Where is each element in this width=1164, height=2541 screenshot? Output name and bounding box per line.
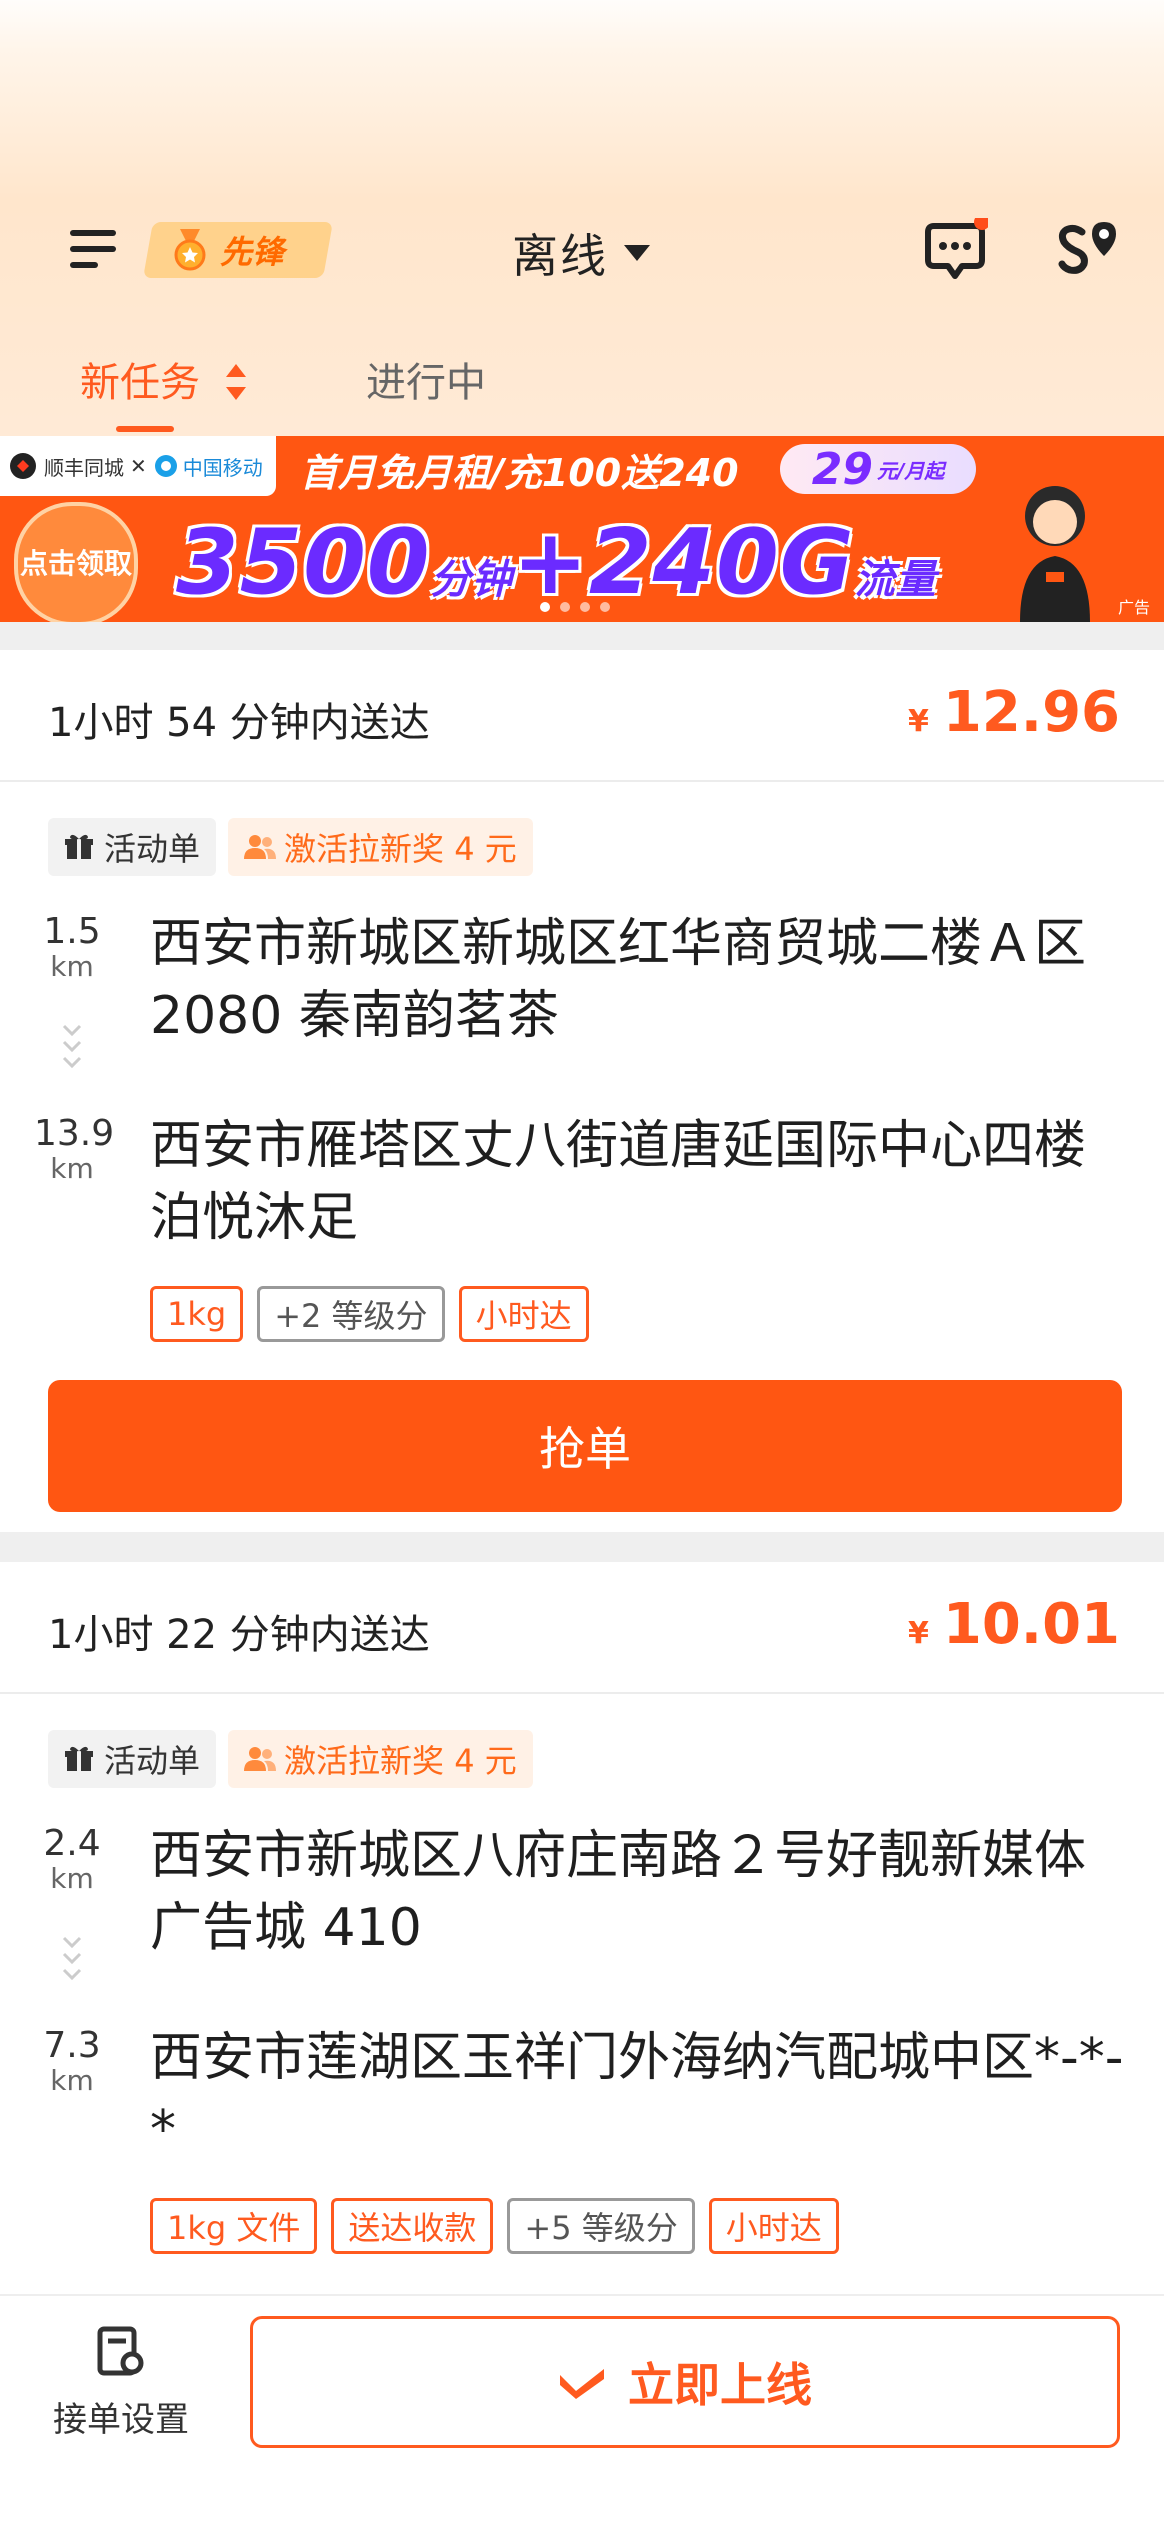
banner-price-pill: 29 元/月起 <box>780 443 976 495</box>
referral-reward-tag: 激活拉新奖 4 元 <box>228 1730 533 1788</box>
china-mobile-logo-icon <box>154 455 177 477</box>
users-icon <box>244 835 277 859</box>
go-online-label: 立即上线 <box>628 2358 812 2412</box>
referral-reward-label: 激活拉新奖 4 元 <box>284 830 517 868</box>
order-price: ¥10.01 <box>908 1592 1120 1657</box>
activity-tag-label: 活动单 <box>104 1742 201 1780</box>
location-pin-icon[interactable] <box>1056 218 1120 284</box>
dropoff-address: 西安市雁塔区丈八街道唐延国际中心四楼泊悦沐足 <box>150 1116 1087 1248</box>
headline-main: 3500 <box>176 510 431 615</box>
dropoff-distance: 13.9 km <box>34 1113 115 1185</box>
banner-carousel-dots <box>540 602 610 612</box>
headline-plus: +240G <box>512 510 855 615</box>
activity-tag-label: 活动单 <box>104 830 201 868</box>
banner-price-unit: 元/月起 <box>876 458 945 483</box>
order-attributes: 1kg +2 等级分 小时达 <box>150 1286 589 1342</box>
courier-illustration <box>1020 486 1090 622</box>
go-online-button[interactable]: 立即上线 <box>250 2316 1120 2448</box>
carousel-dot <box>540 602 550 612</box>
rank-badge[interactable]: 先锋 <box>172 222 332 278</box>
dropoff-distance: 7.3 km <box>34 2026 110 2096</box>
rank-badge-label: 先锋 <box>220 233 285 271</box>
level-points-pill: +2 等级分 <box>257 1286 445 1342</box>
order-card: 1小时 54 分钟内送达 ¥12.96 活动单 激活拉新奖 4 元 1.5 km… <box>0 650 1164 1532</box>
medal-icon <box>174 229 206 271</box>
activity-tag: 活动单 <box>48 1730 217 1788</box>
carousel-dot <box>560 602 570 612</box>
pickup-address: 西安市新城区八府庄南路２号好靓新媒体广告城 410 <box>150 1826 1087 1958</box>
pickup-distance: 1.5 km <box>34 912 110 982</box>
dropoff-distance-value: 7.3 <box>43 2025 101 2066</box>
tab-in-progress[interactable]: 进行中 <box>366 350 486 408</box>
tab-new-tasks[interactable]: 新任务 <box>80 350 247 408</box>
delivery-time: 1小时 22 分钟内送达 <box>48 1612 430 1658</box>
gift-icon <box>65 1746 93 1771</box>
ad-label: 广告 <box>1117 598 1150 617</box>
referral-reward-tag: 激活拉新奖 4 元 <box>228 818 533 876</box>
gift-icon <box>65 834 93 859</box>
order-card-header: 1小时 54 分钟内送达 ¥12.96 <box>0 650 1164 782</box>
hourly-delivery-pill: 小时达 <box>708 2198 839 2254</box>
order-settings-icon[interactable] <box>96 2325 146 2379</box>
price-value: 12.96 <box>942 680 1120 745</box>
banner-click-badge[interactable]: 点击领取 <box>14 502 138 622</box>
pickup-distance-unit: km <box>50 1862 94 1895</box>
order-tags: 活动单 激活拉新奖 4 元 <box>48 1730 533 1788</box>
menu-icon[interactable] <box>70 226 116 272</box>
activity-tag: 活动单 <box>48 818 217 876</box>
referral-reward-label: 激活拉新奖 4 元 <box>284 1742 517 1780</box>
banner-brand-strip: 顺丰同城 ✕ 中国移动 <box>0 436 276 496</box>
level-points-pill: +5 等级分 <box>507 2198 695 2254</box>
currency-symbol: ¥ <box>907 1616 929 1651</box>
pickup-distance: 2.4 km <box>34 1824 110 1894</box>
dropoff-distance-unit: km <box>50 2064 94 2097</box>
promo-banner[interactable]: 顺丰同城 ✕ 中国移动 首月免月租/充100送240 29 元/月起 点击领取 … <box>0 436 1164 622</box>
order-card-header: 1小时 22 分钟内送达 ¥10.01 <box>0 1562 1164 1694</box>
message-icon[interactable] <box>922 218 988 284</box>
delivery-time: 1小时 54 分钟内送达 <box>48 700 430 746</box>
headline-unit2: 流量 <box>854 557 937 603</box>
pickup-address: 西安市新城区新城区红华商贸城二楼Ａ区 2080 秦南韵茗茶 <box>150 914 1087 1046</box>
sf-logo-icon <box>10 453 36 479</box>
carousel-dot <box>580 602 590 612</box>
tab-new-tasks-label: 新任务 <box>80 360 200 406</box>
weight-pill: 1kg <box>150 1286 244 1342</box>
order-tags: 活动单 激活拉新奖 4 元 <box>48 818 533 876</box>
grab-order-button[interactable]: 抢单 <box>48 1380 1122 1512</box>
brand-cross: ✕ <box>130 454 147 478</box>
banner-price: 29 <box>811 443 873 495</box>
order-price: ¥12.96 <box>908 680 1120 745</box>
currency-symbol: ¥ <box>907 704 929 739</box>
price-value: 10.01 <box>942 1592 1120 1657</box>
brand-right: 中国移动 <box>182 455 263 480</box>
brand-left: 顺丰同城 <box>44 455 124 480</box>
dropoff-distance-unit: km <box>50 1152 94 1185</box>
pickup-distance-unit: km <box>50 950 94 983</box>
online-status-dropdown[interactable]: 离线 <box>512 218 652 288</box>
order-card: 1小时 22 分钟内送达 ¥10.01 活动单 激活拉新奖 4 元 2.4 km… <box>0 1562 1164 2294</box>
pickup-distance-value: 1.5 <box>43 911 101 952</box>
route-arrows-icon <box>62 1936 82 1981</box>
check-arrow-icon <box>560 2369 604 2399</box>
pickup-distance-value: 2.4 <box>43 1823 101 1864</box>
banner-promo-line: 首月免月租/充100送240 <box>300 451 739 495</box>
active-tab-indicator <box>116 426 174 432</box>
hourly-delivery-pill: 小时达 <box>458 1286 589 1342</box>
tab-in-progress-label: 进行中 <box>366 360 486 406</box>
order-settings-label[interactable]: 接单设置 <box>46 2392 196 2441</box>
online-status-label: 离线 <box>512 229 608 283</box>
route-arrows-icon <box>62 1024 82 1069</box>
carousel-dot <box>600 602 610 612</box>
users-icon <box>244 1747 277 1771</box>
dropoff-distance-value: 13.9 <box>34 1113 115 1154</box>
sort-icon <box>225 364 246 400</box>
dropoff-address: 西安市莲湖区玉祥门外海纳汽配城中区*-*-* <box>150 2028 1124 2160</box>
headline-unit1: 分钟 <box>430 557 513 603</box>
order-attributes: 1kg 文件 送达收款 +5 等级分 小时达 <box>150 2198 839 2254</box>
banner-headline: 3500分钟+240G流量 <box>176 510 937 615</box>
caret-down-icon <box>624 245 650 261</box>
collect-on-delivery-pill: 送达收款 <box>331 2198 494 2254</box>
weight-file-pill: 1kg 文件 <box>150 2198 318 2254</box>
